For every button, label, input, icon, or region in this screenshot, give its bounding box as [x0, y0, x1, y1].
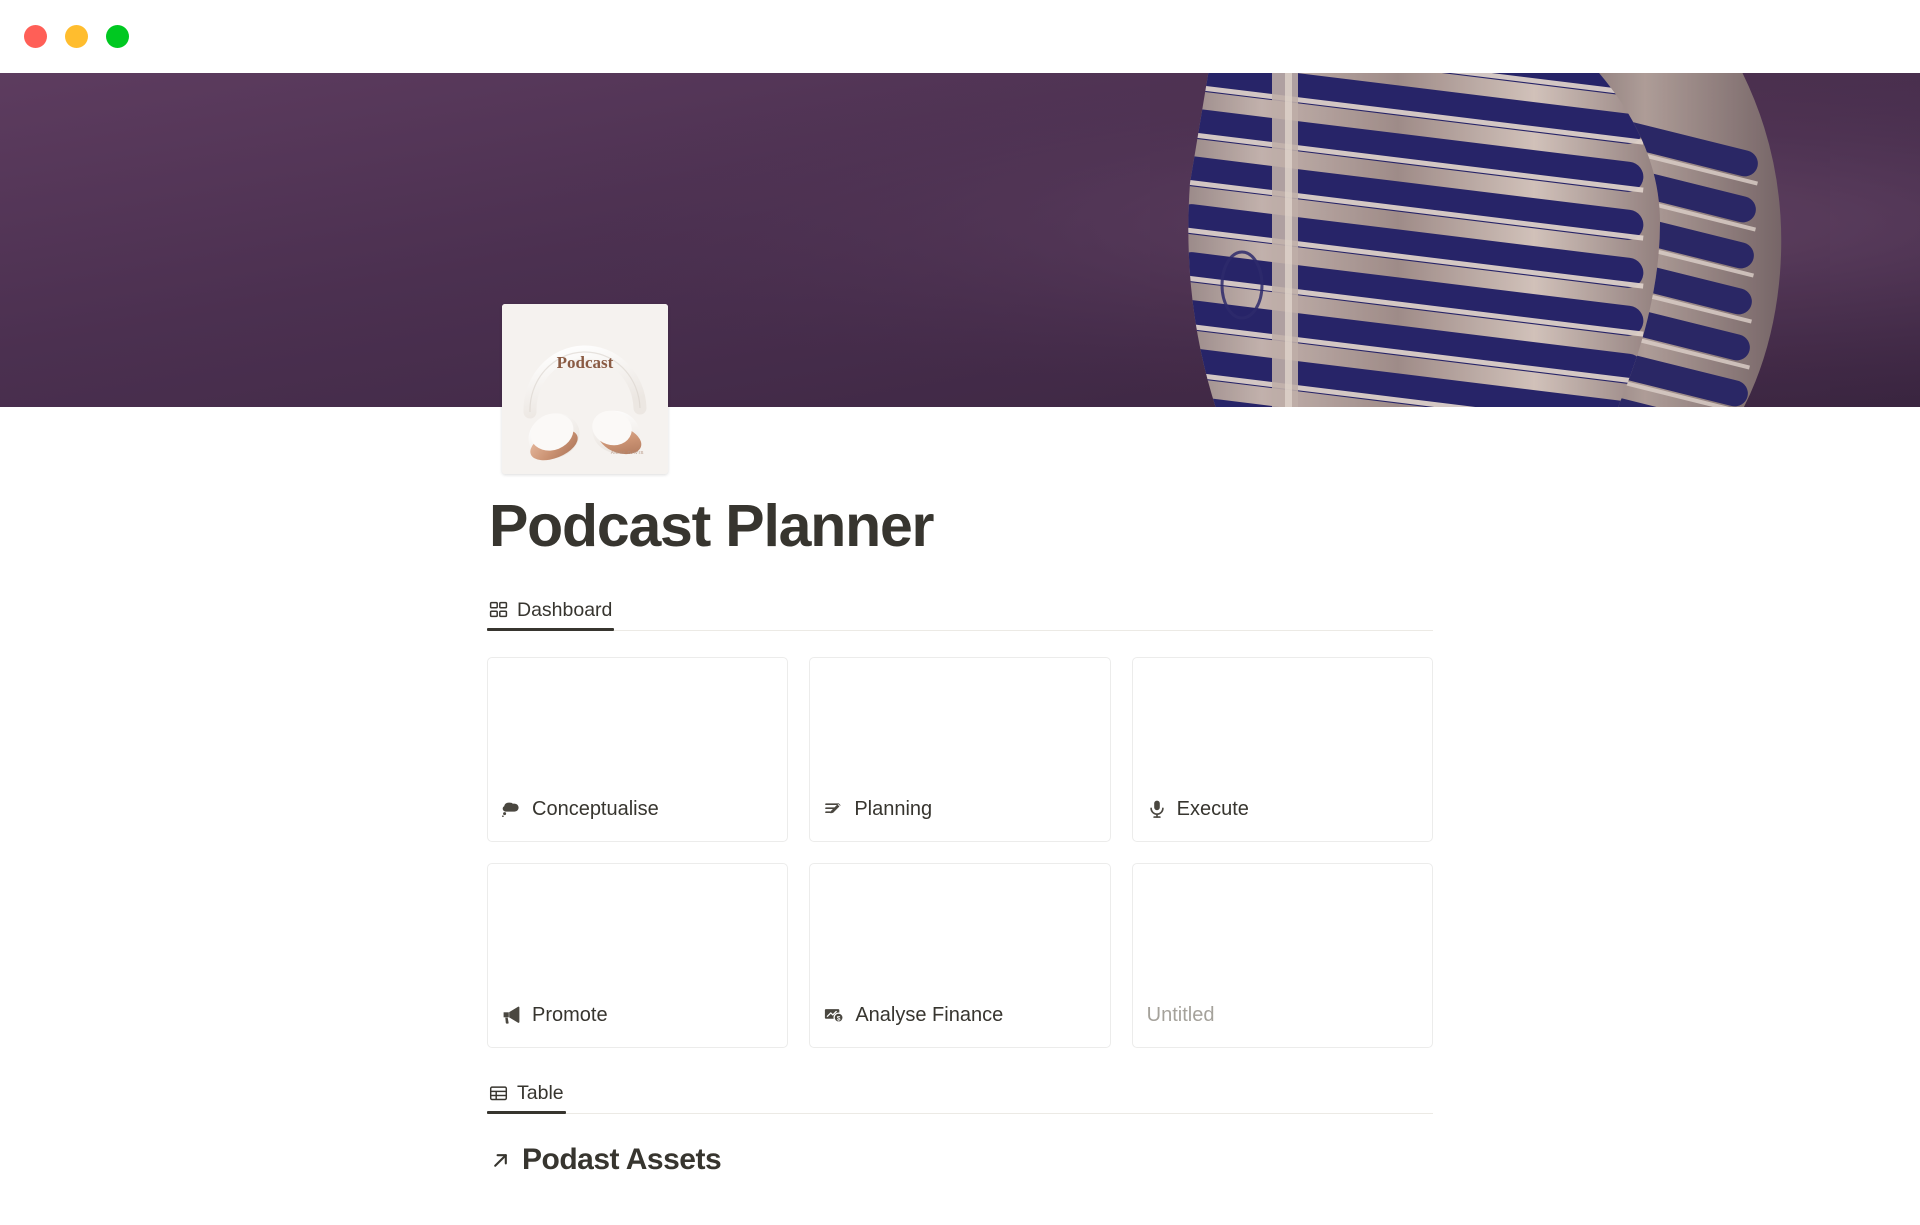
minimize-window-button[interactable] [65, 25, 88, 48]
tab-table-label: Table [517, 1081, 564, 1104]
podcast-headphones-icon: Podcast ANNA DAVIS [502, 304, 668, 474]
card-untitled[interactable]: Untitled [1131, 863, 1433, 1049]
card-promote[interactable]: Promote [487, 863, 789, 1049]
microphone-icon [1147, 799, 1167, 819]
card-title-row: Untitled [1147, 1003, 1418, 1027]
card-execute[interactable]: Execute [1131, 657, 1433, 843]
arrow-up-right-icon [489, 1149, 512, 1172]
page-icon[interactable]: Podcast ANNA DAVIS [502, 304, 668, 474]
card-title-row: Execute [1147, 797, 1418, 821]
svg-text:$: $ [837, 1015, 841, 1022]
linked-database-heading[interactable]: Podast Assets [487, 1139, 1433, 1181]
maximize-window-button[interactable] [106, 25, 129, 48]
card-title-row: Promote [502, 1003, 773, 1027]
linked-database-title: Podast Assets [522, 1143, 722, 1177]
svg-text:ANNA DAVIS: ANNA DAVIS [611, 450, 644, 455]
card-title: Analyse Finance [855, 1004, 1004, 1027]
card-title: Promote [532, 1004, 608, 1027]
card-title: Planning [854, 798, 933, 821]
card-title: Execute [1176, 798, 1249, 821]
gallery-grid-icon [489, 601, 508, 620]
megaphone-icon [502, 1005, 522, 1025]
card-title: Conceptualise [532, 798, 659, 821]
dashboard-tab-bar: Dashboard [487, 589, 1433, 632]
tab-table[interactable]: Table [487, 1081, 566, 1115]
page-title[interactable]: Podcast Planner [487, 490, 1433, 562]
window-titlebar [0, 0, 1920, 73]
card-title-row: Planning [824, 797, 1095, 821]
card-title-row: $ Analyse Finance [824, 1003, 1095, 1027]
table-header-row-cutoff [487, 1199, 1433, 1225]
tab-dashboard-label: Dashboard [517, 598, 613, 621]
card-title-row: Conceptualise [502, 797, 773, 821]
svg-text:Podcast: Podcast [557, 353, 614, 372]
card-conceptualise[interactable]: Conceptualise [487, 657, 789, 843]
table-grid-icon [489, 1084, 508, 1103]
page-content: Podcast Planner Dashboard Conceptualise … [487, 490, 1433, 1225]
card-title: Untitled [1146, 1004, 1215, 1027]
page-cover-image[interactable] [0, 73, 1920, 407]
table-column-header [487, 1199, 491, 1214]
traffic-light-controls [24, 25, 129, 48]
close-window-button[interactable] [24, 25, 47, 48]
table-tab-bar: Table [487, 1072, 1433, 1115]
card-planning[interactable]: Planning [809, 657, 1111, 843]
note-pencil-icon [824, 799, 844, 819]
cover-artwork [0, 73, 1920, 407]
dashboard-card-grid: Conceptualise Planning Execute Promote $… [487, 657, 1433, 1049]
card-analyse-finance[interactable]: $ Analyse Finance [809, 863, 1111, 1049]
thought-bubble-icon [502, 799, 522, 819]
money-bill-icon: $ [824, 1005, 845, 1025]
tab-dashboard[interactable]: Dashboard [487, 598, 615, 632]
